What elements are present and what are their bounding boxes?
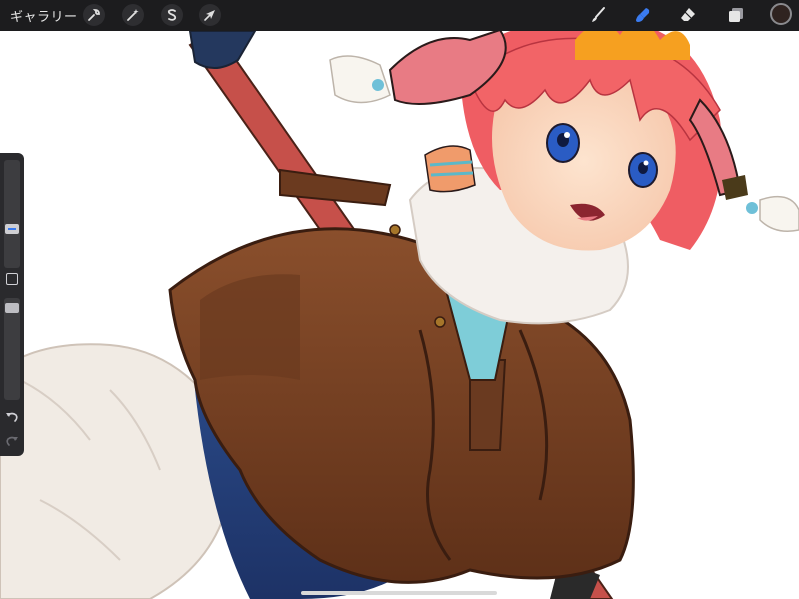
magic-wand-icon[interactable] [122,4,144,26]
gallery-button[interactable]: ギャラリー [10,6,78,25]
eraser-icon[interactable] [677,4,699,26]
smudge-icon[interactable] [632,4,654,26]
wrench-icon[interactable] [83,4,105,26]
arrow-cursor-icon[interactable] [199,4,221,26]
layers-icon[interactable] [725,4,747,26]
modify-square-button[interactable] [6,273,18,285]
undo-icon[interactable] [4,409,20,425]
size-indicator [8,228,16,230]
color-swatch[interactable] [770,3,792,25]
brush-opacity-thumb[interactable] [5,303,19,313]
brush-sidebar [0,153,24,456]
top-toolbar: ギャラリー [0,0,799,31]
brush-size-thumb[interactable] [5,224,19,234]
artwork-illustration [0,18,799,599]
redo-icon[interactable] [4,433,20,449]
brush-size-slider[interactable] [4,160,20,268]
brush-opacity-slider[interactable] [4,298,20,400]
brush-icon[interactable] [587,4,609,26]
drawing-canvas[interactable] [0,0,799,599]
selection-icon[interactable] [161,4,183,26]
home-indicator[interactable] [301,591,497,595]
